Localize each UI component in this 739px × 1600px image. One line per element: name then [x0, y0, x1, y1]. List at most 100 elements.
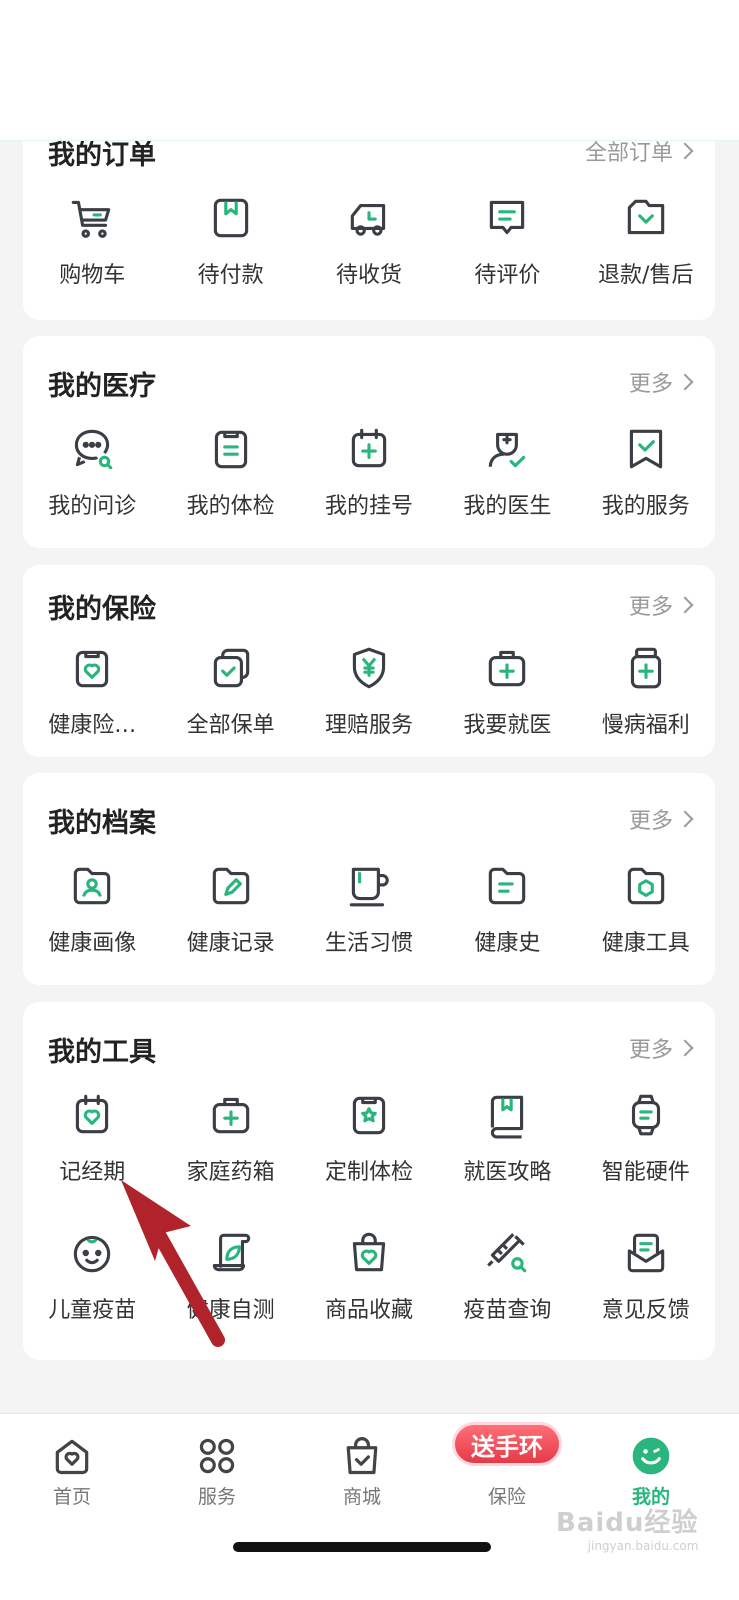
cart-icon: [71, 200, 111, 238]
medical-title: 我的医疗: [48, 371, 156, 402]
calendar-plus-icon: [351, 428, 387, 468]
medical-more-link[interactable]: 更多: [629, 366, 694, 398]
tab-label: 首页: [52, 1486, 91, 1508]
tab-mine[interactable]: 我的: [601, 1434, 701, 1509]
item-label: 待收货: [335, 263, 402, 288]
cup-icon: [349, 867, 389, 907]
tool-item-vaccine-query[interactable]: 疫苗查询: [438, 1228, 576, 1324]
book-icon: [491, 1095, 524, 1139]
folder-person-icon: [73, 867, 111, 905]
scroll-leaf-icon: [212, 1233, 250, 1272]
tool-item-guide[interactable]: 就医攻略: [438, 1090, 576, 1186]
item-label: 健康记录: [186, 931, 275, 956]
item-label: 我的服务: [601, 494, 690, 519]
chevron-right-icon: [676, 596, 694, 614]
chevron-right-icon: [676, 1039, 694, 1057]
insurance-item-chronic[interactable]: 慢病福利: [577, 643, 715, 739]
archive-more-label: 更多: [628, 809, 673, 834]
item-label: 疫苗查询: [463, 1298, 552, 1323]
tools-card: 我的工具 更多 记经期 家庭药箱 定制体检 就医攻略 智能硬件 儿童疫苗 健康自…: [23, 1002, 715, 1360]
item-label: 我的医生: [463, 494, 552, 519]
star-clipboard-icon: [352, 1096, 386, 1135]
archive-item-tools[interactable]: 健康工具: [577, 861, 715, 957]
chevron-right-icon: [676, 373, 694, 391]
promo-badge[interactable]: 送手环: [452, 1422, 562, 1466]
medical-item-doctor[interactable]: 我的医生: [438, 424, 576, 520]
smile-icon: [632, 1437, 670, 1475]
tool-item-period[interactable]: 记经期: [23, 1090, 161, 1186]
insurance-more-label: 更多: [628, 595, 673, 620]
chat-consult-icon: [75, 429, 113, 470]
insurance-item-claims[interactable]: 理赔服务: [300, 643, 438, 739]
archive-item-history[interactable]: 健康史: [438, 861, 576, 957]
bookmark-check-icon: [629, 429, 662, 469]
tools-more-label: 更多: [628, 1038, 673, 1063]
home-heart-icon: [55, 1439, 89, 1475]
baidu-watermark: Baidu经验 jingyan.baidu.com: [556, 1502, 698, 1553]
item-label: 生活习惯: [324, 931, 413, 956]
medicine-bottle-icon: [630, 647, 661, 689]
item-label: 健康工具: [601, 931, 690, 956]
tools-title: 我的工具: [48, 1037, 156, 1068]
comment-icon: [490, 200, 525, 235]
feedback-icon: [627, 1233, 664, 1273]
tab-mall[interactable]: 商城: [312, 1434, 412, 1509]
syringe-search-icon: [487, 1233, 527, 1273]
watermark-url: jingyan.baidu.com: [587, 1539, 699, 1553]
insurance-more-link[interactable]: 更多: [628, 589, 694, 621]
medical-item-consult[interactable]: 我的问诊: [23, 424, 161, 520]
doctor-icon: [489, 432, 526, 468]
grid-circles-icon: [199, 1438, 235, 1474]
tab-home[interactable]: 首页: [22, 1434, 122, 1509]
item-label: 待付款: [197, 263, 264, 288]
item-label: 购物车: [59, 263, 126, 288]
medkit-icon: [489, 650, 526, 687]
archive-item-portrait[interactable]: 健康画像: [23, 861, 161, 957]
medical-item-checkup[interactable]: 我的体检: [161, 424, 299, 520]
heart-clipboard-icon: [76, 650, 109, 688]
tool-item-favorites[interactable]: 商品收藏: [300, 1228, 438, 1324]
item-label: 我的体检: [186, 494, 275, 519]
baby-face-icon: [73, 1235, 111, 1273]
medical-card: 我的医疗 更多 我的问诊 我的体检 我的挂号 我的医生 我的服务: [23, 336, 715, 548]
item-label: 就医攻略: [463, 1160, 552, 1185]
insurance-item-seek-care[interactable]: 我要就医: [438, 643, 576, 739]
insurance-item-policies[interactable]: 全部保单: [161, 643, 299, 739]
archive-item-habits[interactable]: 生活习惯: [300, 861, 438, 957]
order-item-to-receive[interactable]: 待收货: [300, 193, 438, 289]
item-label: 健康险…: [48, 713, 137, 738]
home-indicator[interactable]: [233, 1542, 491, 1552]
watermark-brand: Baidu经验: [556, 1508, 699, 1538]
insurance-title: 我的保险: [48, 594, 156, 625]
truck-icon: [350, 203, 386, 236]
refund-icon: [627, 199, 664, 235]
item-label: 待评价: [474, 263, 541, 288]
tab-services[interactable]: 服务: [167, 1434, 267, 1509]
archive-more-link[interactable]: 更多: [628, 803, 694, 835]
order-item-to-pay[interactable]: 待付款: [161, 193, 299, 289]
tool-item-medicine-box[interactable]: 家庭药箱: [161, 1090, 299, 1186]
medical-item-service[interactable]: 我的服务: [577, 424, 715, 520]
medicine-box-icon: [212, 1097, 249, 1134]
shield-yen-icon: [352, 647, 386, 689]
tools-more-link[interactable]: 更多: [628, 1032, 694, 1064]
item-label: 我的挂号: [324, 494, 413, 519]
tool-item-custom-checkup[interactable]: 定制体检: [300, 1090, 438, 1186]
tab-label: 服务: [197, 1486, 236, 1508]
item-label: 退款/售后: [598, 263, 694, 288]
medical-item-register[interactable]: 我的挂号: [300, 424, 438, 520]
item-label: 慢病福利: [601, 713, 690, 738]
tool-item-self-test[interactable]: 健康自测: [161, 1228, 299, 1324]
tool-item-feedback[interactable]: 意见反馈: [577, 1228, 715, 1324]
order-item-refund[interactable]: 退款/售后: [577, 193, 715, 289]
tool-item-hardware[interactable]: 智能硬件: [577, 1090, 715, 1186]
item-label: 儿童疫苗: [48, 1298, 137, 1323]
archive-item-record[interactable]: 健康记录: [161, 861, 299, 957]
order-item-cart[interactable]: 购物车: [23, 193, 161, 289]
period-calendar-icon: [76, 1094, 109, 1134]
order-item-to-review[interactable]: 待评价: [438, 193, 576, 289]
chevron-right-icon: [676, 142, 694, 160]
tool-item-child-vaccine[interactable]: 儿童疫苗: [23, 1228, 161, 1324]
item-label: 商品收藏: [324, 1298, 413, 1323]
insurance-item-health[interactable]: 健康险…: [23, 643, 161, 739]
